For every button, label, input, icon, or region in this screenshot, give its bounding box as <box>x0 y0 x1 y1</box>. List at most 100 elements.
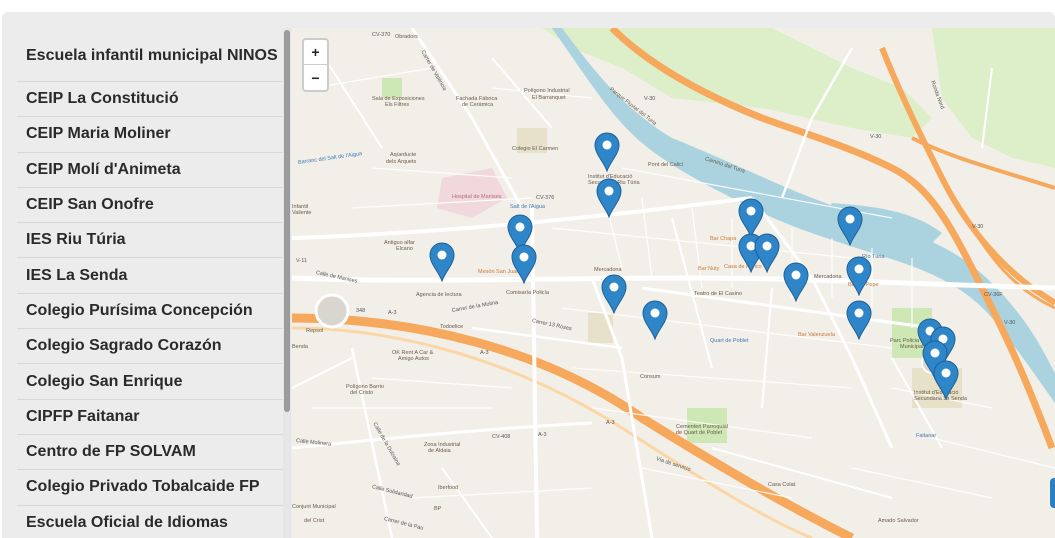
map-label: de Aldaia <box>428 448 451 454</box>
map-label: Salt de l'Aigua <box>510 204 545 210</box>
school-item-label: CEIP La Constitució <box>26 90 179 108</box>
marker-casa-perico-2[interactable] <box>754 233 780 273</box>
school-list: Escuela infantil municipal NINOS CEIP La… <box>17 28 283 538</box>
school-item-label: Colegio San Enrique <box>26 372 183 390</box>
roundabout <box>314 293 350 329</box>
school-item-purisima[interactable]: Colegio Purísima Concepción <box>17 294 283 330</box>
road-shield: V-30 <box>870 134 882 140</box>
school-item-label: Colegio Privado Tobalcaide FP <box>26 478 260 496</box>
map-label: El Barranquet <box>532 95 566 101</box>
school-item-la-constitucio[interactable]: CEIP La Constitució <box>17 82 283 118</box>
map-label: Mercadona <box>594 267 622 273</box>
school-item-maria-moliner[interactable]: CEIP Maria Moliner <box>17 117 283 153</box>
school-item-label: Colegio Sagrado Corazón <box>26 337 222 355</box>
map-label: Consum <box>640 374 661 380</box>
school-item-solvam[interactable]: Centro de FP SOLVAM <box>17 435 283 471</box>
map-label: de Quart de Poblet <box>676 430 723 436</box>
park-area <box>382 78 402 98</box>
marker-meson[interactable] <box>511 244 537 284</box>
map-label: de Cerámica <box>462 102 494 108</box>
map-label: Casa Colat <box>768 482 796 488</box>
map-label: Iberfood <box>438 485 459 491</box>
map-view[interactable]: Obradors Carrer de València Sala de Expo… <box>292 28 1055 538</box>
school-item-label: CEIP Maria Moliner <box>26 125 171 143</box>
map-label: Benda <box>292 344 308 350</box>
school-item-faitanar[interactable]: CIPFP Faitanar <box>17 400 283 435</box>
school-item-la-senda[interactable]: IES La Senda <box>17 258 283 294</box>
road-shield: V-30 <box>1004 320 1016 326</box>
school-item-san-onofre[interactable]: CEIP San Onofre <box>17 188 283 224</box>
map-label: Agencia de lectura <box>416 292 462 298</box>
school-item-label: Escuela infantil municipal NINOS <box>26 46 278 64</box>
map-label: Faitanar <box>916 433 937 439</box>
road-shield: V-11 <box>296 258 307 264</box>
marker-bar-pepe[interactable] <box>846 256 872 296</box>
school-item-idiomas[interactable]: Escuela Oficial de Idiomas <box>17 506 283 538</box>
map-label: Polígono Industrial <box>524 88 570 94</box>
road-shield: A-3 <box>538 432 547 438</box>
map-label: Bar Nuty <box>698 266 720 272</box>
map-label: Comisaría Policía <box>506 290 550 296</box>
map-label: Amigo Autos <box>398 356 429 362</box>
map-label: Aqüeducte <box>390 152 417 158</box>
marker-rio-turia[interactable] <box>837 206 863 246</box>
marker-riu-turia-1[interactable] <box>594 132 620 172</box>
map-label: Elcano <box>396 246 413 252</box>
map-label: Valiente <box>292 210 312 216</box>
map-edge-control[interactable] <box>1050 478 1055 508</box>
school-item-ninos[interactable]: Escuela infantil municipal NINOS <box>17 28 283 82</box>
zoom-control: + − <box>302 38 329 92</box>
map-label: Bar Chapa <box>710 236 737 242</box>
map-label: Mercadona <box>814 274 842 280</box>
scrollbar-thumb[interactable] <box>284 30 290 412</box>
map-label: Pont del Calici <box>648 162 684 168</box>
school-item-label: Escuela Oficial de Idiomas <box>26 513 228 531</box>
school-item-label: CEIP San Onofre <box>26 196 154 214</box>
school-item-label: IES Riu Túria <box>26 231 126 249</box>
marker-carrer-13-roses[interactable] <box>642 300 668 340</box>
marker-mercadona[interactable] <box>601 274 627 314</box>
zoom-out-button[interactable]: − <box>304 65 327 90</box>
map-label: Amado Salvador <box>878 518 919 524</box>
map-label: Colegio El Carmen <box>512 146 559 152</box>
school-item-label: Centro de FP SOLVAM <box>26 443 196 461</box>
marker-agencia[interactable] <box>429 242 455 282</box>
road-shield: CV-376 <box>536 195 555 201</box>
map-label: Conjunt Municipal <box>292 504 336 510</box>
zoom-in-button[interactable]: + <box>304 40 327 65</box>
map-label: Quart de Poblet <box>710 338 749 344</box>
road-shield: A-3 <box>480 350 489 356</box>
road-shield: CV-408 <box>492 434 511 440</box>
map-label: Hospital de Manises <box>452 194 502 200</box>
marker-bar-valenzuela[interactable] <box>846 300 872 340</box>
school-item-san-enrique[interactable]: Colegio San Enrique <box>17 364 283 400</box>
map-label: Obradors <box>395 34 418 40</box>
map-label: dels Arquets <box>386 159 417 165</box>
map-label: del Cristo <box>350 390 374 396</box>
school-item-riu-turia[interactable]: IES Riu Túria <box>17 223 283 259</box>
road-shield: A-3 <box>388 310 397 316</box>
map-label: Todoelice <box>440 324 464 330</box>
road-shield: 348 <box>356 308 366 314</box>
map-label: Bar Valenzuela <box>798 332 835 338</box>
school-item-label: CIPFP Faitanar <box>26 407 140 425</box>
school-item-label: CEIP Molí d'Animeta <box>26 160 181 178</box>
map-label: Els Filtres <box>385 102 410 108</box>
road-shield: CV-36F <box>984 292 1003 298</box>
marker-parc-4[interactable] <box>933 360 959 400</box>
school-item-moli-animeta[interactable]: CEIP Molí d'Animeta <box>17 153 283 188</box>
map-label: BP <box>434 506 442 512</box>
school-item-tobalcaide[interactable]: Colegio Privado Tobalcaide FP <box>17 470 283 506</box>
map-label: del Crist <box>304 518 325 524</box>
road-shield: A-3 <box>606 420 615 426</box>
marker-riu-turia-2[interactable] <box>596 178 622 218</box>
school-item-sagrado-corazon[interactable]: Colegio Sagrado Corazón <box>17 329 283 365</box>
school-item-label: Colegio Purísima Concepción <box>26 301 253 319</box>
marker-bar-chapa[interactable] <box>738 198 764 238</box>
map-label: Repsol <box>306 328 324 334</box>
road-shield: V-30 <box>644 96 656 102</box>
marker-mercadona-east[interactable] <box>783 262 809 302</box>
road-shield: CV-370 <box>372 32 391 38</box>
map-label: Teatro de El Casino <box>694 291 742 297</box>
park-area <box>932 28 1055 168</box>
